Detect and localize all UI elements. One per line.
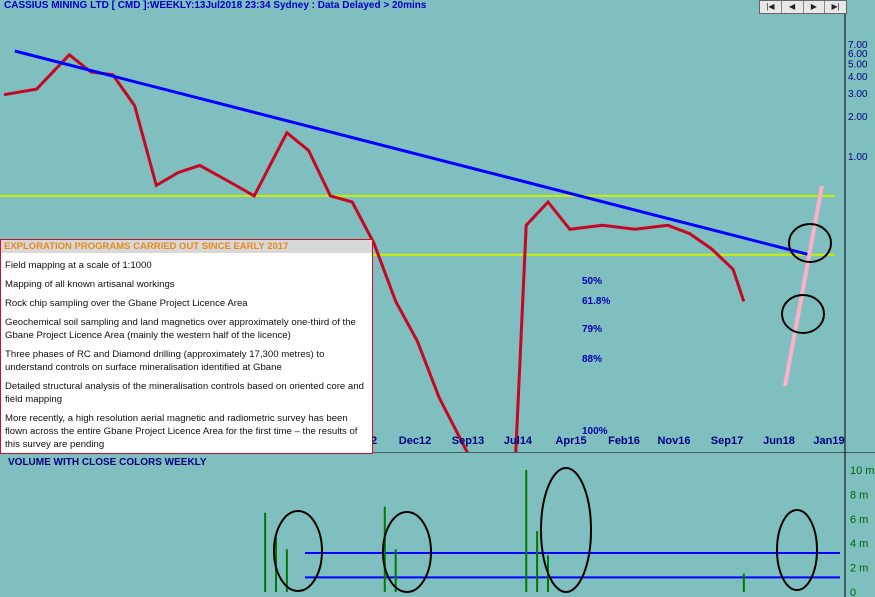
volume-tick-label: 4 m [850,538,868,550]
chart-navigation: |◀ ◀ ▶ ▶| [759,0,847,14]
fib-label: 79% [582,324,602,335]
chart-title: CASSIUS MINING LTD [ CMD ]:WEEKLY:13Jul2… [4,0,427,11]
y-tick-label: 2.00 [848,112,868,123]
x-tick-label: Feb16 [608,435,640,447]
volume-tick-label: 8 m [850,489,868,501]
x-tick-label: Nov16 [657,435,690,447]
panel-item: Geochemical soil sampling and land magne… [5,317,356,341]
x-tick-label: Apr15 [555,435,586,447]
volume-tick-label: 10 m [850,465,874,477]
x-tick-label: Jan19 [813,435,844,447]
y-tick-label: 1.00 [848,152,868,163]
panel-item: Mapping of all known artisanal workings [5,279,175,290]
volume-panel-title: VOLUME WITH CLOSE COLORS WEEKLY [8,457,207,468]
fib-label: 61.8% [582,296,610,307]
nav-last-button[interactable]: ▶| [825,1,846,13]
exploration-panel: EXPLORATION PROGRAMS CARRIED OUT SINCE E… [0,239,373,454]
nav-next-button[interactable]: ▶ [804,1,826,13]
x-tick-label: Dec12 [399,435,431,447]
fib-label: 88% [582,354,602,365]
nav-prev-button[interactable]: ◀ [782,1,804,13]
panel-item: Detailed structural analysis of the mine… [5,381,364,405]
panel-heading: EXPLORATION PROGRAMS CARRIED OUT SINCE E… [1,240,372,253]
y-tick-label: 3.00 [848,89,868,100]
panel-item: Field mapping at a scale of 1:1000 [5,260,152,271]
y-tick-label: 6.00 [848,49,868,60]
panel-item: Three phases of RC and Diamond drilling … [5,349,325,373]
panel-item: More recently, a high resolution aerial … [5,413,358,450]
y-tick-label: 4.00 [848,72,868,83]
volume-tick-label: 2 m [850,563,868,575]
y-tick-label: 5.00 [848,59,868,70]
panel-item: Rock chip sampling over the Gbane Projec… [5,298,248,309]
x-tick-label: Jul14 [504,435,533,447]
x-tick-label: Sep13 [452,435,484,447]
volume-chart: 10 m 8 m 6 m 4 m 2 m 0 [0,452,875,597]
volume-tick-label: 6 m [850,514,868,526]
volume-tick-label: 0 [850,587,856,597]
fib-label: 50% [582,276,602,287]
nav-first-button[interactable]: |◀ [760,1,782,13]
x-tick-label: Jun18 [763,435,795,447]
x-tick-label: Sep17 [711,435,743,447]
